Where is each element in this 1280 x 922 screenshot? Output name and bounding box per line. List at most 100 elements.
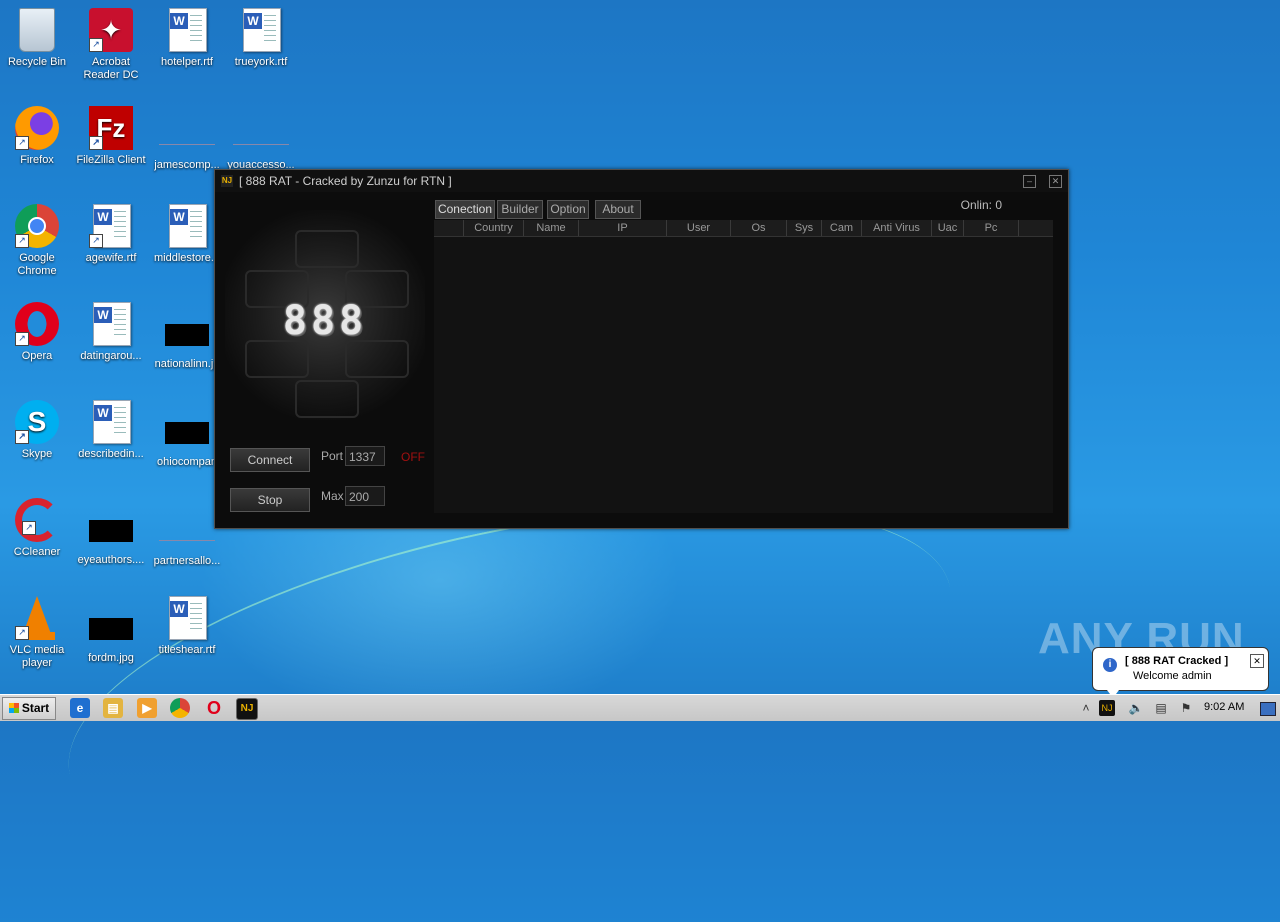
minimize-button[interactable]: – — [1023, 175, 1036, 188]
rat-window[interactable]: NJ [ 888 RAT - Cracked by Zunzu for RTN … — [214, 169, 1069, 529]
clock[interactable]: 9:02 AM — [1204, 701, 1244, 713]
desktop-icon-nationalinn[interactable]: nationalinn.jp — [150, 302, 224, 371]
window-title: [ 888 RAT - Cracked by Zunzu for RTN ] — [239, 174, 452, 188]
column-header-ip[interactable]: IP — [579, 220, 667, 236]
skype-icon: S ↗ — [15, 400, 59, 444]
column-header[interactable] — [434, 220, 464, 236]
firefox-icon: ↗ — [15, 106, 59, 150]
online-count: 0 — [995, 198, 1002, 212]
close-icon[interactable]: ✕ — [1250, 654, 1264, 668]
desktop-icon-hotelper[interactable]: W hotelper.rtf — [150, 8, 224, 69]
notification-message: Welcome admin — [1133, 670, 1212, 682]
connections-list[interactable]: Country Name IP User Os Sys Cam Anti Vir… — [434, 220, 1053, 513]
image-thumbnail — [165, 422, 209, 444]
desktop-icon-trueyork[interactable]: W trueyork.rtf — [224, 8, 298, 69]
max-label: Max — [321, 489, 344, 503]
desktop-icon-ccleaner[interactable]: ↗ CCleaner — [0, 498, 74, 559]
recycle-bin-icon — [19, 8, 55, 52]
logo-text: 888 — [282, 298, 368, 344]
port-field[interactable]: 1337 — [345, 446, 385, 466]
file-thumbnail — [159, 520, 215, 541]
notification-balloon[interactable]: i [ 888 RAT Cracked ] Welcome admin ✕ — [1092, 647, 1269, 698]
desktop-icon-firefox[interactable]: ↗ Firefox — [0, 106, 74, 167]
word-document-icon: W — [93, 400, 131, 444]
list-header: Country Name IP User Os Sys Cam Anti Vir… — [434, 220, 1053, 237]
tab-builder[interactable]: Builder — [497, 200, 543, 219]
action-center-flag-icon[interactable]: ⚑ — [1178, 700, 1194, 716]
show-desktop-button[interactable] — [1260, 702, 1276, 716]
desktop-icon-jamescomp[interactable]: jamescomp... — [150, 106, 224, 172]
filezilla-icon: Fz ↗ — [89, 106, 133, 150]
column-header-pc[interactable]: Pc — [964, 220, 1019, 236]
desktop-icon-chrome[interactable]: ↗ Google Chrome — [0, 204, 74, 278]
desktop-icon-fordm[interactable]: fordm.jpg — [74, 596, 148, 665]
desktop-icon-recycle-bin[interactable]: Recycle Bin — [0, 8, 74, 69]
volume-icon[interactable]: 🔈 — [1128, 700, 1144, 716]
desktop-icon-vlc[interactable]: ↗ VLC media player — [0, 596, 74, 670]
vlc-cone-icon: ↗ — [15, 596, 59, 640]
opera-taskbar-icon[interactable]: O — [204, 698, 224, 718]
image-thumbnail — [89, 618, 133, 640]
media-player-icon[interactable]: ▶ — [137, 698, 157, 718]
word-document-icon: W — [93, 302, 131, 346]
word-document-icon: W — [169, 8, 207, 52]
windows-logo-icon — [8, 703, 19, 713]
column-header-sys[interactable]: Sys — [787, 220, 822, 236]
desktop-icon-filezilla[interactable]: Fz ↗ FileZilla Client — [74, 106, 148, 167]
column-header-user[interactable]: User — [667, 220, 731, 236]
ccleaner-icon: ↗ — [15, 498, 59, 542]
chrome-taskbar-icon[interactable] — [170, 698, 190, 718]
tab-option[interactable]: Option — [547, 200, 589, 219]
app-icon: NJ — [221, 175, 233, 187]
image-thumbnail — [165, 324, 209, 346]
max-field[interactable]: 200 — [345, 486, 385, 506]
online-label: Onlin: — [960, 198, 992, 212]
file-thumbnail — [233, 124, 289, 145]
taskbar: Start e ▤ ▶ O NJ ˄ NJ 🔈 ▤ ⚑ 9:02 AM — [0, 694, 1280, 721]
desktop-icon-skype[interactable]: S ↗ Skype — [0, 400, 74, 461]
stop-button[interactable]: Stop — [230, 488, 310, 512]
desktop-icon-describedin[interactable]: W describedin... — [74, 400, 148, 461]
desktop-icon-agewife[interactable]: W ↗ agewife.rtf — [74, 204, 148, 265]
acrobat-icon: ✦ ↗ — [89, 8, 133, 52]
start-label: Start — [21, 701, 50, 715]
desktop-icon-eyeauthors[interactable]: eyeauthors.... — [74, 498, 148, 567]
info-icon: i — [1103, 658, 1117, 672]
word-document-icon: W — [169, 596, 207, 640]
desktop-icon-titleshear[interactable]: W titleshear.rtf — [150, 596, 224, 657]
column-header-name[interactable]: Name — [524, 220, 579, 236]
opera-icon: ↗ — [15, 302, 59, 346]
word-document-icon: W — [243, 8, 281, 52]
network-icon[interactable]: ▤ — [1153, 700, 1169, 716]
desktop-icon-datingarou[interactable]: W datingarou... — [74, 302, 148, 363]
chrome-icon: ↗ — [15, 204, 59, 248]
connect-button[interactable]: Connect — [230, 448, 310, 472]
status-indicator: OFF — [401, 450, 425, 464]
start-button[interactable]: Start — [2, 697, 56, 720]
desktop-icon-opera[interactable]: ↗ Opera — [0, 302, 74, 363]
port-label: Port — [321, 449, 344, 463]
file-explorer-icon[interactable]: ▤ — [103, 698, 123, 718]
internet-explorer-icon[interactable]: e — [70, 698, 90, 718]
column-header-uac[interactable]: Uac — [932, 220, 964, 236]
desktop-icon-acrobat[interactable]: ✦ ↗ Acrobat Reader DC — [74, 8, 148, 82]
tab-about[interactable]: About — [595, 200, 641, 219]
column-header-os[interactable]: Os — [731, 220, 787, 236]
column-header[interactable] — [1019, 220, 1053, 236]
desktop-icon-youaccesso[interactable]: youaccesso... — [224, 106, 298, 172]
column-header-country[interactable]: Country — [464, 220, 524, 236]
rat-taskbar-icon[interactable]: NJ — [236, 698, 258, 720]
column-header-cam[interactable]: Cam — [822, 220, 862, 236]
file-thumbnail — [159, 124, 215, 145]
tab-conection[interactable]: Conection — [435, 200, 495, 219]
column-header-antivirus[interactable]: Anti Virus — [862, 220, 932, 236]
word-document-icon: W — [169, 204, 207, 248]
image-thumbnail — [89, 520, 133, 542]
rat-tray-icon[interactable]: NJ — [1099, 700, 1115, 716]
close-button[interactable]: ✕ — [1049, 175, 1062, 188]
desktop-icon-ohiocompan[interactable]: ohiocompan — [150, 400, 224, 469]
desktop-icon-partnersallo[interactable]: partnersallo... — [150, 498, 224, 568]
window-titlebar[interactable]: NJ [ 888 RAT - Cracked by Zunzu for RTN … — [215, 170, 1068, 192]
desktop-icon-middlestore[interactable]: W middlestore... — [150, 204, 224, 265]
show-hidden-icons[interactable]: ˄ — [1078, 700, 1094, 716]
